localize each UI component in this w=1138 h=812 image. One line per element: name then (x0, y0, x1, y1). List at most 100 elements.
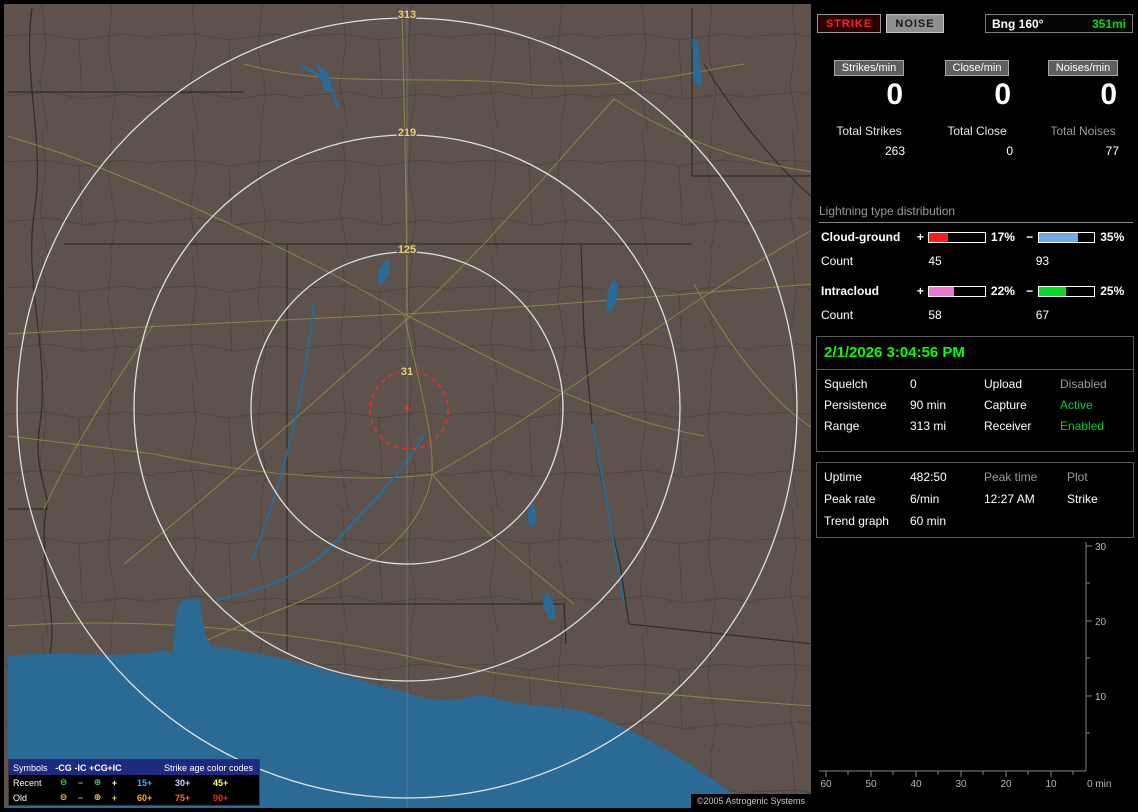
pos-cg-old-icon: ⊕ (93, 792, 102, 802)
trend-ytick-10: 10 (1095, 692, 1107, 703)
rates-section: Strikes/min 0 Total Strikes 263 Close/mi… (815, 60, 1135, 210)
datetime-display: 2/1/2026 3:04:56 PM (817, 337, 1133, 370)
bearing-readout: Bng 160° 351mi (985, 14, 1133, 33)
peak-time-value: 12:27 AM (984, 492, 1035, 506)
cg-negative-bar-fill (1038, 232, 1078, 242)
intracloud-label: Intracloud (821, 284, 880, 298)
age-code-75: 75+ (175, 792, 191, 803)
trend-graph-window: 60 min (910, 514, 947, 528)
trend-xtick-0: 0 min (1087, 779, 1111, 790)
neg-ic-recent-icon: − (77, 777, 84, 788)
neg-ic-old-icon: − (77, 792, 84, 803)
trend-xtick-20: 20 (1000, 779, 1012, 790)
ic-minus-sign: − (1026, 284, 1034, 298)
age-code-90: 90+ (213, 792, 229, 803)
trend-xtick-10: 10 (1045, 779, 1057, 790)
cg-positive-count: 45 (928, 254, 942, 268)
capture-status: Active (1060, 398, 1093, 412)
squelch-value: 0 (910, 377, 917, 391)
cg-plus-sign: + (916, 230, 924, 244)
legend-header: Symbols -CG -IC +CG +IC Strike age color… (9, 760, 259, 775)
range-ring-label-219: 219 (398, 127, 416, 139)
legend-type-pos-ic: +IC (107, 762, 122, 773)
close-rate-column: Close/min 0 Total Close 0 (925, 60, 1029, 158)
ic-count-label: Count (821, 308, 854, 322)
persistence-value: 90 min (910, 398, 947, 412)
trend-xtick-60: 60 (820, 779, 832, 790)
pos-ic-old-icon: + (111, 792, 118, 803)
noises-per-min-value: 0 (1100, 78, 1117, 111)
legend-symbols-label: Symbols (13, 762, 48, 773)
strikes-rate-column: Strikes/min 0 Total Strikes 263 (817, 60, 921, 158)
pos-ic-recent-icon: + (111, 777, 118, 788)
cg-minus-sign: − (1026, 230, 1034, 244)
receiver-label: Receiver (984, 419, 1032, 433)
noises-rate-column: Noises/min 0 Total Noises 77 (1031, 60, 1135, 158)
cg-positive-bar (928, 231, 986, 243)
noise-toggle-button[interactable]: NOISE (886, 14, 944, 33)
app-window: 313 219 125 31 Symbols -CG -IC +CG +IC S… (0, 0, 1138, 812)
strike-legend: Symbols -CG -IC +CG +IC Strike age color… (8, 759, 260, 806)
uptime-label: Uptime (824, 470, 863, 484)
trend-xtick-30: 30 (955, 779, 967, 790)
ic-negative-bar (1037, 285, 1096, 297)
ic-positive-pct: 22% (990, 284, 1015, 298)
pos-cg-recent-icon: ⊕ (93, 777, 102, 787)
total-strikes-value: 263 (884, 144, 905, 158)
status-panel: 2/1/2026 3:04:56 PM Squelch 0 Upload Dis… (816, 336, 1134, 452)
ic-plus-sign: + (916, 284, 924, 298)
cg-positive-bar-fill (929, 232, 949, 242)
range-ring-label-125: 125 (398, 244, 416, 256)
ic-negative-bar-fill (1038, 286, 1067, 296)
strike-toggle-button[interactable]: STRIKE (817, 14, 881, 33)
legend-type-neg-ic: -IC (74, 762, 87, 773)
ic-negative-pct: 25% (1100, 284, 1125, 298)
peak-rate-label: Peak rate (824, 492, 876, 506)
intracloud-count-row: Count 58 67 (821, 308, 1133, 322)
range-ring-label-313: 313 (398, 9, 416, 21)
age-code-45: 45+ (213, 777, 229, 788)
intracloud-row: Intracloud + 22% − 25% (821, 284, 1133, 298)
strikes-per-min-label: Strikes/min (833, 60, 905, 76)
trend-x-ticks (825, 771, 1074, 777)
sidebar-panel: STRIKE NOISE Bng 160° 351mi Strikes/min … (815, 4, 1135, 808)
cg-positive-pct: 17% (990, 230, 1015, 244)
trend-ytick-30: 30 (1095, 542, 1107, 553)
peak-rate-value: 6/min (910, 492, 940, 506)
uptime-value: 482:50 (910, 470, 947, 484)
plot-value: Strike (1067, 492, 1098, 506)
neg-cg-recent-icon: ⊖ (59, 777, 68, 787)
strikes-per-min-value: 0 (886, 78, 903, 111)
ic-negative-count: 67 (1035, 308, 1050, 322)
legend-row-old: Old ⊖ − ⊕ + 60+ 75+ 90+ (9, 790, 259, 805)
cloud-ground-label: Cloud-ground (821, 230, 901, 244)
legend-recent-label: Recent (13, 777, 42, 788)
neg-cg-old-icon: ⊖ (59, 792, 68, 802)
trend-graph-label: Trend graph (824, 514, 889, 528)
legend-age-title: Strike age color codes (163, 762, 253, 773)
receiver-status: Enabled (1060, 419, 1105, 433)
trend-xtick-40: 40 (910, 779, 922, 790)
cg-count-label: Count (821, 254, 854, 268)
capture-label: Capture (984, 398, 1027, 412)
map-display[interactable]: 313 219 125 31 (4, 4, 811, 808)
persistence-label: Persistence (824, 398, 887, 412)
trend-graph: 30 20 10 60 50 40 30 20 10 0 min (815, 536, 1135, 808)
cg-negative-bar (1037, 231, 1096, 243)
close-per-min-label: Close/min (944, 60, 1010, 76)
stats-panel: Uptime 482:50 Peak time Plot Peak rate 6… (816, 462, 1134, 538)
total-noises-value: 77 (1105, 144, 1119, 158)
close-per-min-value: 0 (994, 78, 1011, 111)
age-code-30: 30+ (175, 777, 191, 788)
legend-type-neg-cg: -CG (55, 762, 72, 773)
map-panel[interactable]: 313 219 125 31 Symbols -CG -IC +CG +IC S… (4, 4, 811, 808)
range-label: Range (824, 419, 860, 433)
upload-label: Upload (984, 377, 1023, 391)
cg-negative-count: 93 (1035, 254, 1050, 268)
distribution-title: Lightning type distribution (819, 204, 1133, 223)
legend-row-recent: Recent ⊖ − ⊕ + 15+ 30+ 45+ (9, 775, 259, 790)
total-close-label: Total Close (947, 124, 1007, 138)
trend-y-ticks (1086, 545, 1092, 734)
squelch-label: Squelch (824, 377, 868, 391)
trend-ytick-20: 20 (1095, 617, 1107, 628)
